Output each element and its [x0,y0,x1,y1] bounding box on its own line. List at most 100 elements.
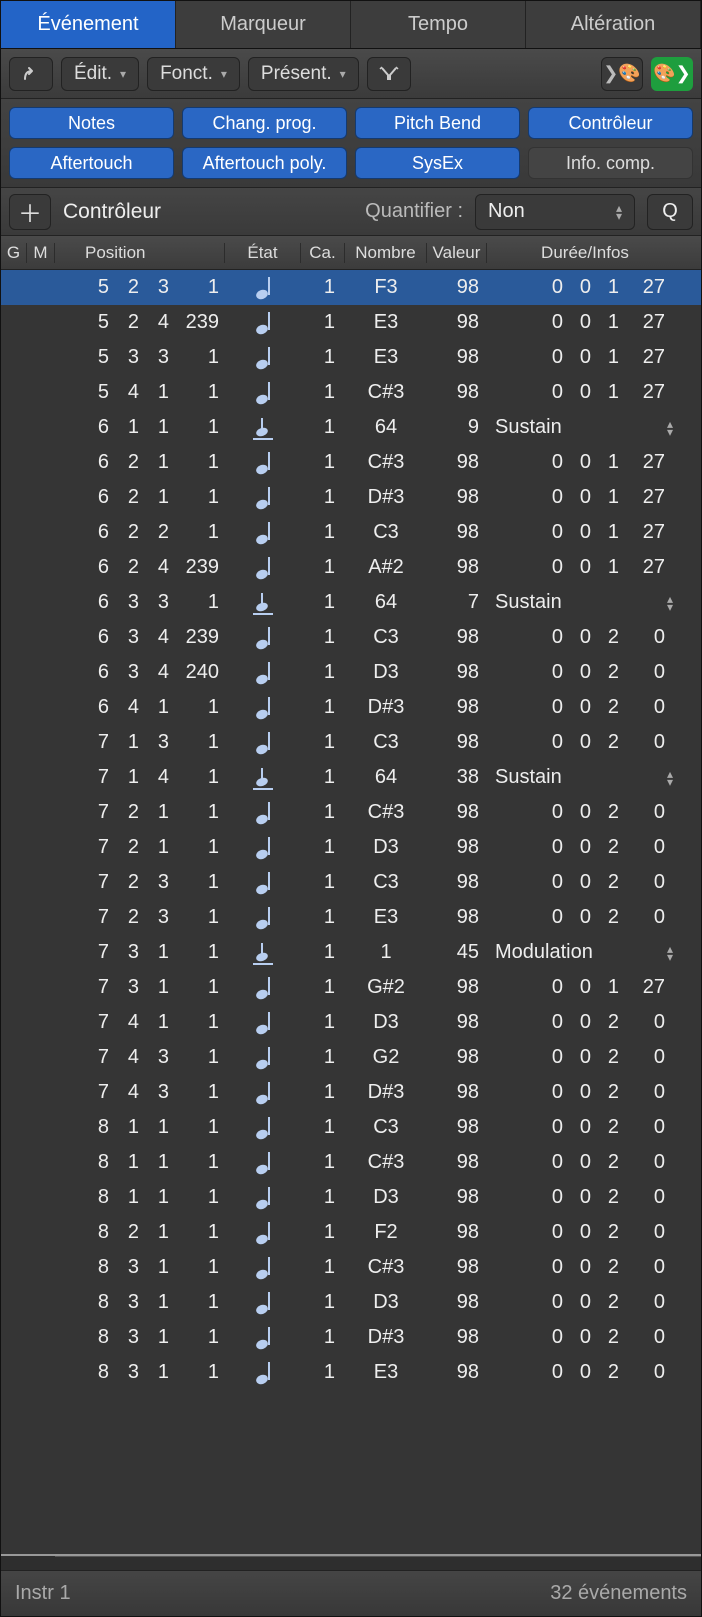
status-cell[interactable] [225,697,301,719]
status-cell[interactable] [225,1047,301,1069]
col-number[interactable]: Nombre [345,243,427,263]
value-cell[interactable]: 98 [427,661,487,684]
duration-value[interactable]: 0020 [487,1326,683,1349]
filter-controller[interactable]: Contrôleur [528,107,693,139]
channel-cell[interactable]: 1 [301,1291,345,1314]
channel-cell[interactable]: 1 [301,836,345,859]
table-row[interactable]: 74311G2980020 [1,1040,701,1075]
position-cell[interactable]: 524239 [55,311,225,334]
table-row[interactable]: 53311E39800127 [1,340,701,375]
status-cell[interactable] [225,452,301,474]
status-cell[interactable] [225,1222,301,1244]
value-cell[interactable]: 98 [427,731,487,754]
status-cell[interactable] [225,557,301,579]
number-cell[interactable]: E3 [345,1361,427,1384]
table-row[interactable]: 81111D3980020 [1,1180,701,1215]
position-cell[interactable]: 634240 [55,661,225,684]
number-cell[interactable]: C#3 [345,381,427,404]
hierarchy-up-button[interactable] [9,57,53,91]
view-menu[interactable]: Présent.▾ [248,57,359,91]
value-cell[interactable]: 98 [427,1151,487,1174]
duration-value[interactable]: 0020 [487,1221,683,1244]
position-cell[interactable]: 6111 [55,416,225,439]
number-cell[interactable]: C#3 [345,1151,427,1174]
position-cell[interactable]: 8311 [55,1361,225,1384]
position-cell[interactable]: 5411 [55,381,225,404]
add-event-type[interactable]: Contrôleur [63,200,161,224]
value-cell[interactable]: 98 [427,1046,487,1069]
number-cell[interactable]: C3 [345,626,427,649]
number-cell[interactable]: G2 [345,1046,427,1069]
table-row[interactable]: 73111G#29800127 [1,970,701,1005]
table-row[interactable]: 81111C#3980020 [1,1145,701,1180]
channel-cell[interactable]: 1 [301,766,345,789]
value-cell[interactable]: 98 [427,696,487,719]
duration-value[interactable]: 0020 [487,836,683,859]
table-row[interactable]: 71311C3980020 [1,725,701,760]
channel-cell[interactable]: 1 [301,661,345,684]
status-cell[interactable] [225,1327,301,1349]
position-cell[interactable]: 7311 [55,941,225,964]
number-cell[interactable]: D3 [345,1186,427,1209]
channel-cell[interactable]: 1 [301,731,345,754]
tab-event[interactable]: Événement [1,1,176,48]
info-select[interactable]: Sustain▴▾ [487,591,683,614]
position-cell[interactable]: 7411 [55,1011,225,1034]
number-cell[interactable]: F2 [345,1221,427,1244]
value-cell[interactable]: 98 [427,1221,487,1244]
table-row[interactable]: 74111D3980020 [1,1005,701,1040]
table-row[interactable]: 5242391E39800127 [1,305,701,340]
value-cell[interactable]: 9 [427,416,487,439]
channel-cell[interactable]: 1 [301,906,345,929]
value-cell[interactable]: 98 [427,521,487,544]
duration-value[interactable]: 00127 [487,311,683,334]
duration-value[interactable]: 00127 [487,346,683,369]
value-cell[interactable]: 98 [427,556,487,579]
value-cell[interactable]: 98 [427,626,487,649]
table-row[interactable]: 6342401D3980020 [1,655,701,690]
value-cell[interactable]: 98 [427,451,487,474]
value-cell[interactable]: 98 [427,1081,487,1104]
channel-cell[interactable]: 1 [301,486,345,509]
position-cell[interactable]: 8311 [55,1256,225,1279]
position-cell[interactable]: 5331 [55,346,225,369]
number-cell[interactable]: D3 [345,1291,427,1314]
value-cell[interactable]: 98 [427,486,487,509]
position-cell[interactable]: 8311 [55,1291,225,1314]
filter-pitch-bend[interactable]: Pitch Bend [355,107,520,139]
value-cell[interactable]: 98 [427,346,487,369]
status-cell[interactable] [225,837,301,859]
duration-value[interactable]: 0020 [487,1151,683,1174]
duration-value[interactable]: 0020 [487,1291,683,1314]
status-cell[interactable] [225,418,301,438]
loop-ruler[interactable] [1,1554,701,1570]
status-cell[interactable] [225,732,301,754]
number-cell[interactable]: D#3 [345,486,427,509]
number-cell[interactable]: D#3 [345,1326,427,1349]
duration-value[interactable]: 00127 [487,451,683,474]
position-cell[interactable]: 624239 [55,556,225,579]
table-row[interactable]: 72111C#3980020 [1,795,701,830]
duration-value[interactable]: 00127 [487,276,683,299]
position-cell[interactable]: 7211 [55,836,225,859]
status-cell[interactable] [225,277,301,299]
status-cell[interactable] [225,627,301,649]
number-cell[interactable]: G#2 [345,976,427,999]
duration-value[interactable]: 0020 [487,661,683,684]
channel-cell[interactable]: 1 [301,521,345,544]
table-row[interactable]: 62111D#39800127 [1,480,701,515]
channel-cell[interactable]: 1 [301,346,345,369]
quantize-select[interactable]: Non ▴▾ [475,194,635,230]
value-cell[interactable]: 98 [427,1361,487,1384]
position-cell[interactable]: 8111 [55,1186,225,1209]
channel-cell[interactable]: 1 [301,1186,345,1209]
tab-signature[interactable]: Altération [526,1,701,48]
status-cell[interactable] [225,802,301,824]
table-row[interactable]: 72311E3980020 [1,900,701,935]
color-in-button[interactable]: 🎨❯ [651,57,693,91]
value-cell[interactable]: 98 [427,906,487,929]
col-status[interactable]: État [225,243,301,263]
table-row[interactable]: 83111D3980020 [1,1285,701,1320]
table-row[interactable]: 63311647Sustain▴▾ [1,585,701,620]
table-row[interactable]: 61111649Sustain▴▾ [1,410,701,445]
